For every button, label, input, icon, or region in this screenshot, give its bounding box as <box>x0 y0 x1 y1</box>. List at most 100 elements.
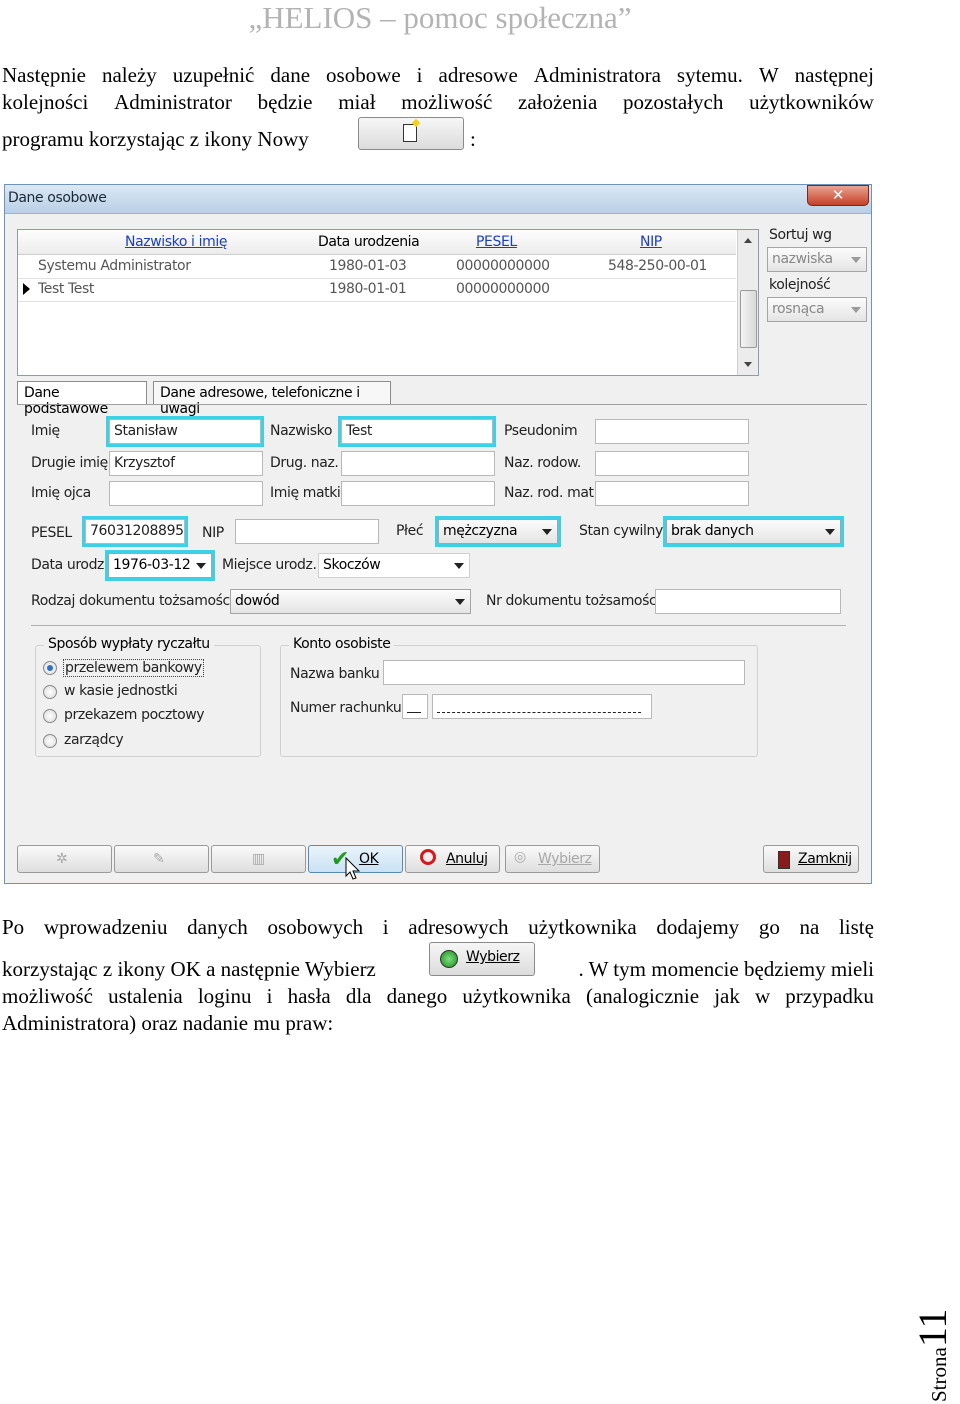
payment-title: Sposób wypłaty ryczałtu <box>44 636 214 652</box>
imie-matki-label: Imię matki <box>270 485 341 501</box>
new-button[interactable] <box>358 117 464 150</box>
stan-cywilny-select[interactable]: brak danych <box>663 516 844 547</box>
cell-name: Test Test <box>38 281 94 297</box>
window-title: Dane osobowe <box>8 190 107 206</box>
rodzaj-dokumentu-label: Rodzaj dokumentu tożsamości <box>31 593 234 609</box>
bank-field[interactable] <box>383 660 745 685</box>
users-grid: Nazwisko i imię Data urodzenia PESEL NIP… <box>17 229 759 376</box>
imie-field[interactable]: Stanisław <box>106 416 264 447</box>
imie-ojca-field[interactable] <box>109 481 263 506</box>
drug-naz-field[interactable] <box>341 451 495 476</box>
imie-ojca-label: Imię ojca <box>31 485 91 501</box>
word: listę <box>838 915 874 939</box>
grid-scrollbar[interactable] <box>737 230 758 375</box>
wybierz-inline-button[interactable]: Wybierz <box>429 942 535 976</box>
word: sytemu. <box>676 63 743 87</box>
word: jak <box>714 984 740 1008</box>
green-circle-icon <box>440 950 458 968</box>
sort-label: Sortuj wg <box>769 227 832 243</box>
order-select[interactable]: rosnąca <box>767 297 867 322</box>
zamknij-label: Zamknij <box>798 851 852 867</box>
tab-panel-border <box>17 404 867 405</box>
nr-dokumentu-field[interactable] <box>655 589 841 614</box>
cell-name: Systemu Administrator <box>38 258 191 274</box>
radio-label[interactable]: przelewem bankowy <box>63 659 204 677</box>
scroll-thumb[interactable] <box>740 290 757 348</box>
table-row[interactable]: Systemu Administrator 1980-01-03 0000000… <box>18 255 736 279</box>
footer-label: Strona <box>927 1347 951 1402</box>
wybierz-button[interactable]: ◎ Wybierz <box>505 845 600 873</box>
table-row[interactable]: Test Test 1980-01-01 00000000000 <box>18 278 736 302</box>
word: dodajemy <box>656 915 740 939</box>
tab-dane-adresowe[interactable]: Dane adresowe, telefoniczne i uwagi <box>153 381 391 417</box>
add-button[interactable]: ✲ <box>17 845 112 873</box>
drugie-imie-field[interactable]: Krzysztof <box>109 451 263 476</box>
wybierz-label: Wybierz <box>538 851 592 867</box>
cell-pesel: 00000000000 <box>456 258 550 274</box>
page-number: 11 <box>910 1308 955 1348</box>
divider <box>31 625 846 626</box>
pesel-field[interactable]: 76031208895 <box>82 516 188 547</box>
no-entry-icon <box>420 849 436 865</box>
naz-rodow-label: Naz. rodow. <box>504 455 581 471</box>
col-pesel[interactable]: PESEL <box>476 234 517 250</box>
cancel-button[interactable]: Anuluj <box>405 845 500 873</box>
radio-label[interactable]: zarządcy <box>64 732 124 748</box>
pseudonim-field[interactable] <box>595 419 749 444</box>
title-bar: Dane osobowe ✕ <box>5 185 871 214</box>
stan-cywilny-label: Stan cywilny <box>579 523 663 539</box>
naz-rod-mat-field[interactable] <box>595 481 749 506</box>
chevron-down-icon <box>851 307 861 313</box>
stan-value: brak danych <box>671 523 754 539</box>
naz-rodow-field[interactable] <box>595 451 749 476</box>
edit-icon: ✎ <box>153 851 165 867</box>
word: dane <box>270 63 311 87</box>
miejsce-urodz-select[interactable]: Skoczów <box>318 553 470 578</box>
account-check-field[interactable] <box>402 694 428 719</box>
imie-matki-field[interactable] <box>341 481 495 506</box>
nazwisko-field[interactable]: Test <box>338 416 496 447</box>
word: i <box>382 915 389 939</box>
mouse-cursor-icon <box>345 857 361 880</box>
plec-value: mężczyzna <box>443 523 518 539</box>
account-number-label: Numer rachunku <box>290 700 402 716</box>
chevron-down-icon <box>825 529 835 535</box>
col-nip[interactable]: NIP <box>640 234 662 250</box>
word: Administratora <box>533 63 661 87</box>
tab-dane-podstawowe[interactable]: Dane podstawowe <box>17 381 147 417</box>
sort-select[interactable]: nazwiska <box>767 247 867 272</box>
imie-label: Imię <box>31 423 60 439</box>
radio-przelew[interactable] <box>43 661 57 675</box>
trash-icon: ▥ <box>252 851 265 867</box>
word: loginu <box>197 984 252 1008</box>
wybierz-inline-label: Wybierz <box>466 949 520 965</box>
account-number-field[interactable] <box>432 694 652 719</box>
word: Po <box>2 915 25 939</box>
word: dla <box>345 984 372 1008</box>
data-urodz-picker[interactable]: 1976-03-12 <box>105 550 215 581</box>
door-icon <box>778 851 790 869</box>
zamknij-button[interactable]: Zamknij <box>763 845 859 873</box>
miejsce-urodz-label: Miejsce urodz. <box>222 557 317 573</box>
row-pointer-icon <box>23 283 30 295</box>
plec-select[interactable]: mężczyzna <box>435 516 561 547</box>
rodzaj-dokumentu-select[interactable]: dowód <box>230 589 471 614</box>
delete-button[interactable]: ▥ <box>211 845 306 873</box>
ok-label: OK <box>359 851 379 867</box>
page-header: „HELIOS – pomoc społeczna” <box>248 0 632 35</box>
radio-label[interactable]: przekazem pocztowy <box>64 707 205 723</box>
col-nazwisko[interactable]: Nazwisko i imię <box>125 234 227 250</box>
word: danych <box>187 915 248 939</box>
radio-label[interactable]: w kasie jednostki <box>64 683 178 699</box>
nip-field[interactable] <box>235 519 379 544</box>
radio-zarzadca[interactable] <box>43 734 57 748</box>
word: możliwość <box>2 984 93 1008</box>
col-data-urodzenia[interactable]: Data urodzenia <box>318 234 420 250</box>
paragraph-line: Administratora) oraz nadanie mu praw: <box>2 1011 334 1035</box>
radio-kasa[interactable] <box>43 685 57 699</box>
mask-underscore <box>407 712 421 713</box>
radio-przekaz[interactable] <box>43 709 57 723</box>
close-button[interactable]: ✕ <box>807 185 869 206</box>
word: adresowe <box>438 63 518 87</box>
edit-button[interactable]: ✎ <box>114 845 209 873</box>
